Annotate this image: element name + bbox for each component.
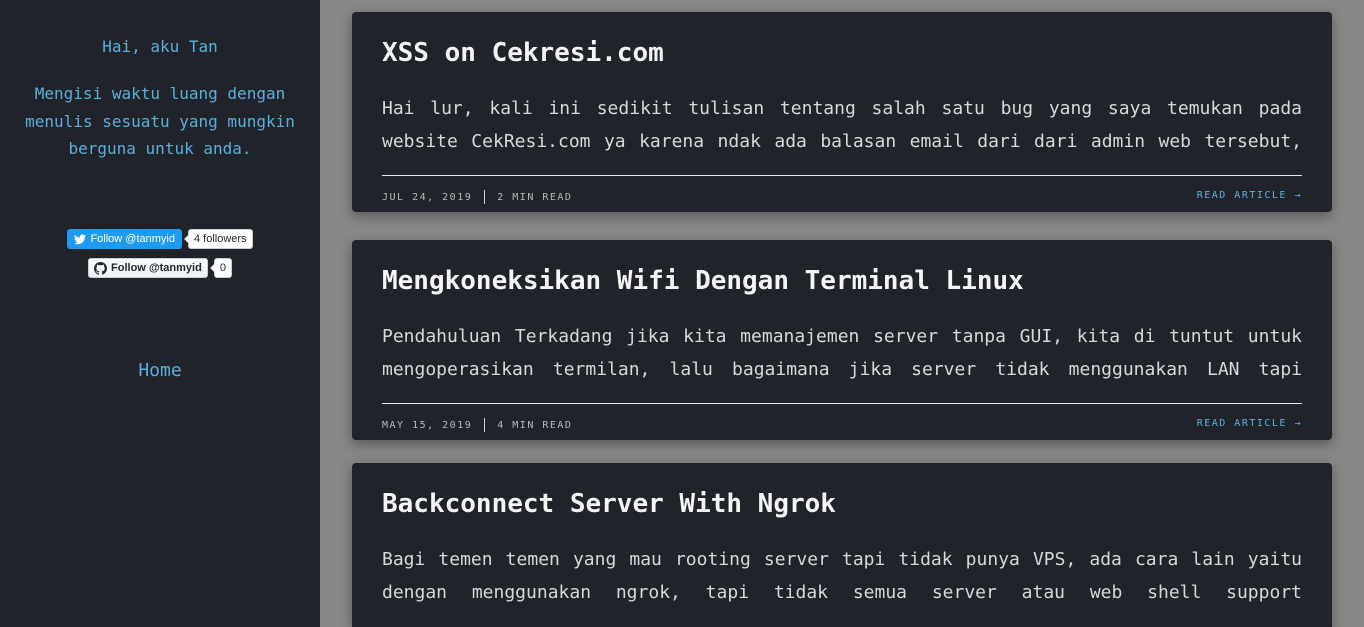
twitter-follow-widget: Follow @tanmyid 4 followers [0,229,320,249]
twitter-follow-label: Follow @tanmyid [90,233,175,245]
post-title[interactable]: Mengkoneksikan Wifi Dengan Terminal Linu… [382,266,1024,296]
post-date: JUL 24, 2019 [382,191,473,203]
sidebar: Hai, aku Tan Mengisi waktu luang dengan … [0,0,320,627]
post-card: XSS on Cekresi.com Hai lur, kali ini sed… [352,12,1332,212]
author-bio: Mengisi waktu luang dengan menulis sesua… [25,84,295,158]
post-meta: JUL 24, 2019 2 MIN READ [382,190,572,204]
post-card: Backconnect Server With Ngrok Bagi temen… [352,463,1332,627]
twitter-follow-button[interactable]: Follow @tanmyid [67,229,182,249]
post-excerpt: Hai lur, kali ini sedikit tulisan tentan… [382,98,1302,152]
nav-home-link[interactable]: Home [0,360,320,381]
github-follow-widget: Follow @tanmyid 0 [0,258,320,278]
meta-separator [484,418,486,432]
read-article-link[interactable]: READ ARTICLE → [1197,418,1302,429]
post-title[interactable]: Backconnect Server With Ngrok [382,489,836,519]
post-divider [382,403,1302,404]
meta-separator [484,190,486,204]
github-follower-count[interactable]: 0 [209,258,232,278]
post-card: Mengkoneksikan Wifi Dengan Terminal Linu… [352,240,1332,440]
author-greeting: Hai, aku Tan [102,37,218,56]
post-divider [382,175,1302,176]
twitter-follower-count[interactable]: 4 followers [183,229,253,249]
post-read-time: 2 MIN READ [497,191,573,203]
twitter-bird-icon [74,234,87,244]
post-excerpt: Bagi temen temen yang mau rooting server… [382,549,1302,603]
read-article-link[interactable]: READ ARTICLE → [1197,190,1302,201]
github-follow-button[interactable]: Follow @tanmyid [88,258,208,278]
post-excerpt: Pendahuluan Terkadang jika kita memanaje… [382,326,1302,380]
post-title[interactable]: XSS on Cekresi.com [382,38,664,68]
github-follow-label: Follow @tanmyid [111,262,202,274]
post-date: MAY 15, 2019 [382,419,473,431]
post-meta: MAY 15, 2019 4 MIN READ [382,418,572,432]
github-octocat-icon [94,261,108,275]
post-read-time: 4 MIN READ [497,419,573,431]
